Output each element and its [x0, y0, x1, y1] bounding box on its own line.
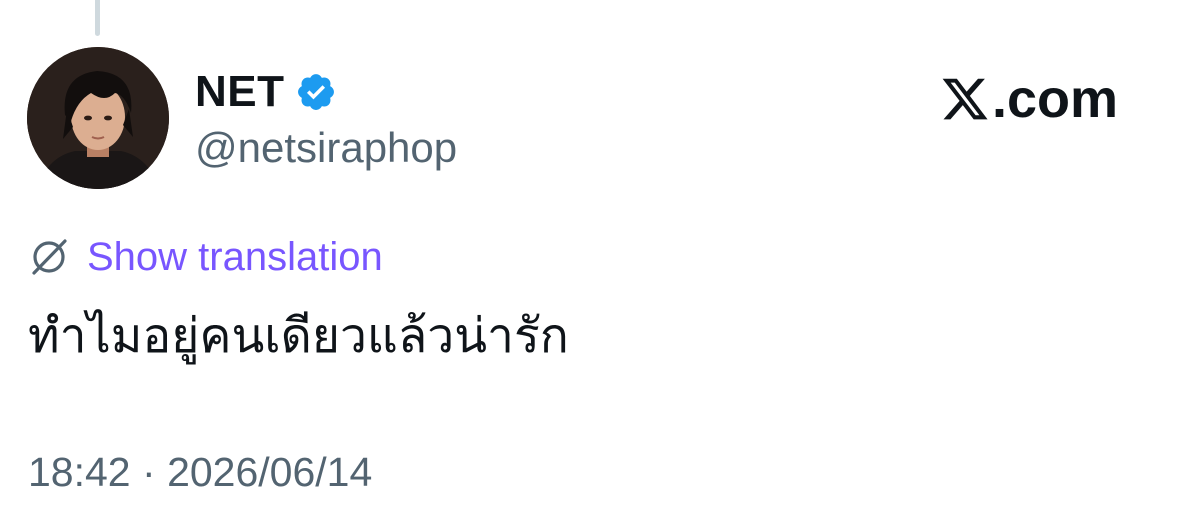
globe-slash-icon [32, 239, 67, 275]
post-timestamp[interactable]: 18:42 · 2026/06/14 [28, 448, 372, 497]
post-time[interactable]: 18:42 [28, 449, 131, 495]
thread-connector-line [95, 0, 100, 36]
timestamp-separator: · [142, 449, 156, 495]
author-name-row[interactable]: NET [195, 62, 337, 122]
x-logo-icon [942, 78, 988, 120]
post-text: ทำไมอยู่คนเดียวแล้วน่ารัก [28, 308, 569, 364]
brand-watermark: .com [940, 64, 1118, 134]
avatar[interactable] [27, 47, 169, 189]
verified-badge-icon [297, 74, 334, 110]
profile-photo [27, 47, 169, 189]
post-date[interactable]: 2026/06/14 [167, 449, 372, 495]
author-handle[interactable]: @netsiraphop [195, 124, 457, 172]
brand-domain: .com [992, 69, 1119, 129]
display-name[interactable]: NET [195, 70, 285, 114]
post-card: NET @netsiraphop .com Show translation ท… [0, 0, 1179, 531]
show-translation-link[interactable]: Show translation [28, 232, 383, 282]
show-translation-label[interactable]: Show translation [87, 237, 383, 277]
